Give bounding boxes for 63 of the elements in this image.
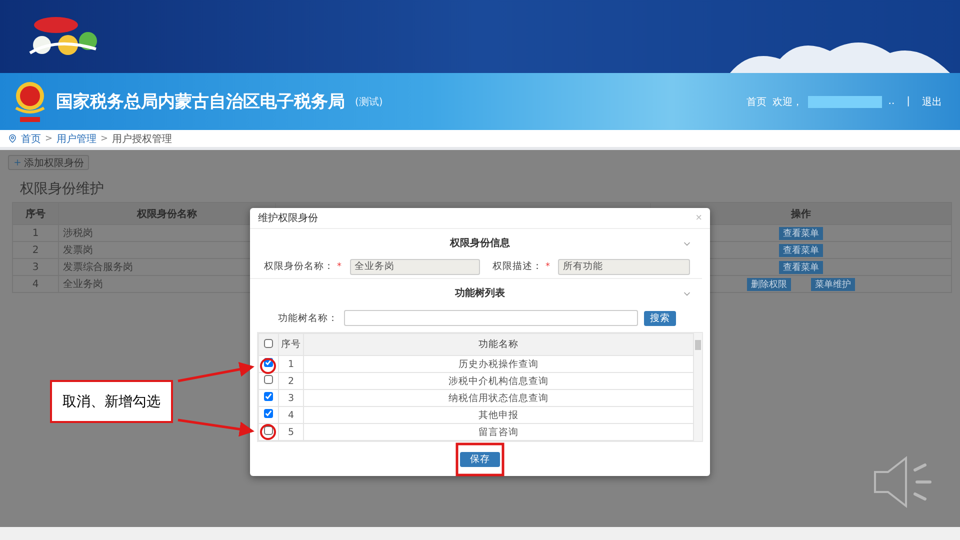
nav-separator: | (906, 96, 910, 107)
welcome-text: 欢迎， (772, 96, 802, 108)
highlight-circle (260, 424, 276, 440)
checkbox[interactable] (264, 409, 273, 418)
section-title: 权限身份信息 (450, 236, 510, 250)
action-button[interactable]: 查看菜单 (779, 226, 823, 240)
action-button[interactable]: 删除权限 (747, 278, 791, 290)
checkbox[interactable] (264, 358, 273, 367)
table-cell: 其他申报 (304, 406, 694, 424)
breadcrumb-separator: > (100, 134, 108, 144)
scrollbar[interactable] (694, 333, 702, 441)
table-cell: 1 (278, 356, 304, 372)
field-label: 功能树名称： (278, 312, 338, 324)
input-field[interactable]: 所有功能 (558, 258, 690, 274)
action-button[interactable]: 菜单维护 (811, 278, 855, 290)
speaker-icon (874, 456, 932, 508)
breadcrumb-separator: > (45, 134, 53, 144)
required-mark: * (546, 262, 550, 272)
table-cell: 5 (278, 424, 304, 440)
site-title: 国家税务总局内蒙古自治区电子税务局 (56, 91, 345, 113)
table-cell: 1 (12, 224, 58, 242)
field-label: 权限身份名称： (264, 260, 334, 273)
table-cell: 涉税中介机构信息查询 (304, 372, 694, 390)
test-label: (测试) (355, 96, 383, 108)
highlight-frame (456, 442, 504, 476)
checkbox[interactable] (264, 375, 273, 384)
logout-link[interactable]: 退出 (922, 94, 942, 108)
location-pin-icon (8, 134, 17, 143)
column-header: 序号 (278, 334, 304, 356)
table-cell: 4 (12, 276, 58, 292)
save-button[interactable]: 保存 (460, 452, 500, 466)
action-button[interactable]: 查看菜单 (779, 260, 823, 274)
table-cell: 2 (12, 242, 58, 258)
search-button[interactable]: 搜索 (644, 310, 676, 326)
column-header: 功能名称 (304, 334, 694, 356)
search-field[interactable] (344, 310, 638, 326)
callout-text: 取消、新增勾选 (62, 392, 160, 410)
field-label: 权限描述： (492, 260, 542, 273)
action-button[interactable]: 查看菜单 (779, 244, 823, 256)
dialog-title: 维护权限身份 (258, 212, 318, 225)
table-cell: 3 (12, 258, 58, 276)
highlight-circle (260, 358, 276, 374)
breadcrumb-link[interactable]: 用户管理 (56, 132, 97, 146)
ellipsis-text: .. (888, 96, 895, 107)
table-cell: 历史办税操作查询 (304, 356, 694, 372)
input-field[interactable]: 全业务岗 (350, 258, 480, 274)
table-cell: 纳税信用状态信息查询 (304, 390, 694, 406)
table-cell: 3 (278, 390, 304, 406)
checkbox[interactable] (264, 392, 273, 401)
breadcrumb-link[interactable]: 用户授权管理 (112, 132, 172, 146)
breadcrumb-link[interactable]: 首页 (21, 132, 41, 146)
plus-icon (13, 158, 22, 167)
table-cell: 2 (278, 372, 304, 390)
required-mark: * (337, 262, 342, 272)
column-header: 序号 (12, 202, 58, 224)
add-role-button[interactable]: 添加权限身份 (8, 155, 89, 170)
checkbox[interactable] (264, 338, 273, 348)
home-link[interactable]: 首页 (746, 94, 766, 108)
table-cell: 留言咨询 (304, 424, 694, 440)
page-title: 权限身份维护 (20, 180, 105, 198)
table-cell: 4 (278, 406, 304, 424)
section-title: 功能树列表 (455, 286, 505, 300)
checkbox[interactable] (264, 426, 273, 435)
